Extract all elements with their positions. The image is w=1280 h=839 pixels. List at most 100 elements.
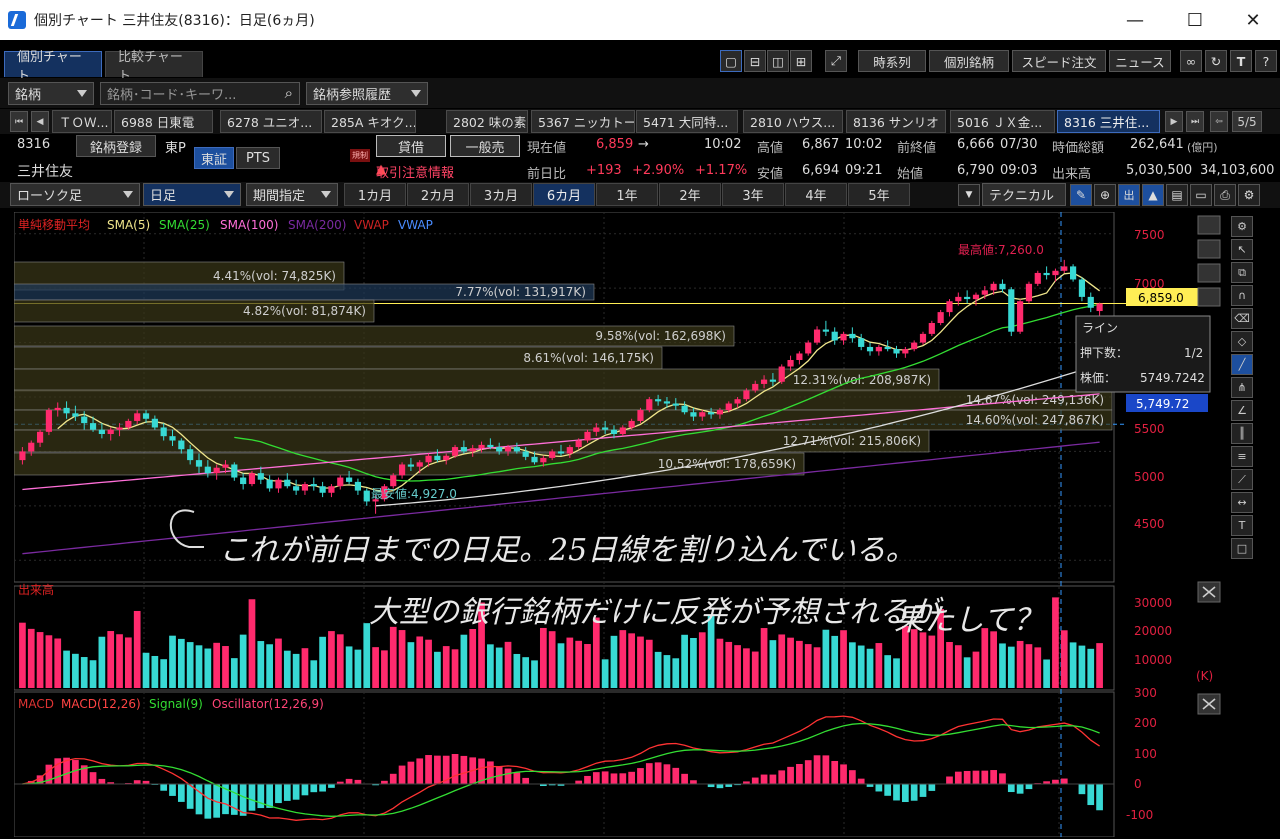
stock-tab-selected[interactable]: 8316 三井住... [1057,110,1160,133]
layout-grid-icon[interactable]: ⊞ [790,50,812,72]
folder-icon[interactable]: ▭ [1190,184,1212,206]
last-stock-icon[interactable]: ⏭ [1186,111,1204,132]
box-tool-icon[interactable]: □ [1231,538,1253,559]
period-select[interactable]: 期間指定 [246,183,338,206]
chart-svg[interactable]: 4.41%(vol: 74,825K) 7.77%(vol: 131,917K) 4… [13,211,1226,838]
period-5y[interactable]: 5年 [848,183,910,206]
news-button[interactable]: ニュース [1109,50,1171,72]
dropdown-icon[interactable]: ▼ [958,184,980,206]
settings-tool-icon[interactable]: ⚙ [1231,216,1253,237]
candle-body [213,467,220,474]
period-4y[interactable]: 4年 [785,183,847,206]
technical-button[interactable]: テクニカル [982,183,1066,206]
register-button[interactable]: 銘柄登録 [76,135,156,157]
magnet-tool-icon[interactable]: ∩ [1231,285,1253,306]
candle-type-select[interactable]: ローソク足 [10,183,140,206]
period-2m[interactable]: 2カ月 [407,183,469,206]
redo-icon[interactable] [1197,287,1221,307]
chart-type-icon[interactable]: ▲ [1142,184,1164,206]
bars-tool-icon[interactable]: ║ [1231,423,1253,444]
oscillator-bar [319,784,326,792]
oscillator-bar [928,784,936,791]
zoom-icon[interactable]: ⊕ [1094,184,1116,206]
angle-tool-icon[interactable]: ∠ [1231,400,1253,421]
history-select[interactable]: 銘柄参照履歴 [306,82,428,105]
expand-icon[interactable]: ⤢ [825,50,847,72]
text-icon[interactable]: T [1230,50,1252,72]
cursor-tool-icon[interactable]: ↖ [1231,239,1253,260]
undo-icon[interactable] [1197,263,1221,283]
interval-select[interactable]: 日足 [143,183,241,206]
lock-icon[interactable] [1197,239,1221,259]
minimize-button[interactable]: — [1106,0,1164,40]
stock-tab[interactable]: 5471 大同特... [636,110,738,133]
period-3m[interactable]: 3カ月 [470,183,532,206]
volume-bar [531,660,538,688]
link-icon[interactable]: ∞ [1180,50,1202,72]
search-type-select[interactable]: 銘柄 [8,82,94,105]
collapse-icon[interactable] [1197,215,1221,235]
layout-single-icon[interactable]: ▢ [720,50,742,72]
refresh-icon[interactable]: ↻ [1205,50,1227,72]
copy-tool-icon[interactable]: ⧉ [1231,262,1253,283]
ray-tool-icon[interactable]: ↔ [1231,492,1253,513]
first-stock-icon[interactable]: ⏮ [10,111,28,132]
back-icon[interactable]: ⇦ [1210,111,1228,132]
period-1m[interactable]: 1カ月 [344,183,406,206]
maximize-button[interactable]: ☐ [1166,0,1224,40]
period-6m[interactable]: 6カ月 [533,183,595,206]
individual-stock-button[interactable]: 個別銘柄 [929,50,1009,72]
change-label: 前日比 [527,167,567,182]
oscillator-bar [963,770,971,784]
stock-tab[interactable]: 285A キオク... [324,110,416,133]
lines-tool-icon[interactable]: ≡ [1231,446,1253,467]
stock-tab[interactable]: ＴＯＷ... [52,110,112,133]
period-3y[interactable]: 3年 [722,183,784,206]
period-2y[interactable]: 2年 [659,183,721,206]
period-1y[interactable]: 1年 [596,183,658,206]
candle-body [81,416,88,424]
fib-tool-icon[interactable]: ⟋ [1231,469,1253,490]
stock-tab[interactable]: 5016 ＪＸ金... [950,110,1055,133]
stock-tab[interactable]: 6278 ユニオ... [220,110,322,133]
candle-body [301,484,309,491]
volume-bar [849,642,856,688]
fill-tool-icon[interactable]: ◇ [1231,331,1253,352]
stock-tab[interactable]: 6988 日東電 [114,110,213,133]
close-button[interactable]: ✕ [1224,0,1280,40]
prev-stock-icon[interactable]: ◀ [31,111,49,132]
branch-tool-icon[interactable]: ⋔ [1231,377,1253,398]
volume-bar [1078,645,1086,688]
help-icon[interactable]: ? [1255,50,1277,72]
exchange-pts[interactable]: PTS [236,147,280,169]
search-icon[interactable]: ⌕ [285,84,293,102]
candle-body [681,405,688,413]
speed-order-button[interactable]: スピード注文 [1012,50,1106,72]
pen-icon[interactable]: ✎ [1070,184,1092,206]
settings-icon[interactable]: ⚙ [1238,184,1260,206]
text-tool-icon[interactable]: T [1231,515,1253,536]
regulation-badge: 規制 [350,149,370,162]
oscillator-bar [354,779,362,784]
stock-tab[interactable]: 2810 ハウス... [743,110,843,133]
candle-body [204,466,211,474]
stock-tab[interactable]: 5367 ニッカトー [531,110,635,133]
volume-toggle-icon[interactable]: 出 [1118,184,1140,206]
search-input[interactable]: 銘柄･コード･キーワ... ⌕ [100,82,300,105]
layout-split-h-icon[interactable]: ⊟ [744,50,766,72]
print-icon[interactable]: ⎙ [1214,184,1236,206]
tab-individual-chart[interactable]: 個別チャート [4,50,102,84]
stock-tab[interactable]: 8136 サンリオ [846,110,946,133]
line-tool-icon[interactable]: ╱ [1231,354,1253,375]
chart-area[interactable]: 4.41%(vol: 74,825K) 7.77%(vol: 131,917K) 4… [13,211,1226,838]
next-stock-icon[interactable]: ▶ [1165,111,1183,132]
change-percent-2: +1.17% [695,163,748,178]
stock-tab[interactable]: 2802 味の素 [446,110,528,133]
layout-split-v-icon[interactable]: ◫ [767,50,789,72]
candle-body [337,477,344,487]
timeseries-button[interactable]: 時系列 [858,50,926,72]
exchange-tse[interactable]: 東証 [194,147,234,169]
tab-compare-chart[interactable]: 比較チャート [105,50,203,84]
eraser-tool-icon[interactable]: ⌫ [1231,308,1253,329]
save-icon[interactable]: ▤ [1166,184,1188,206]
